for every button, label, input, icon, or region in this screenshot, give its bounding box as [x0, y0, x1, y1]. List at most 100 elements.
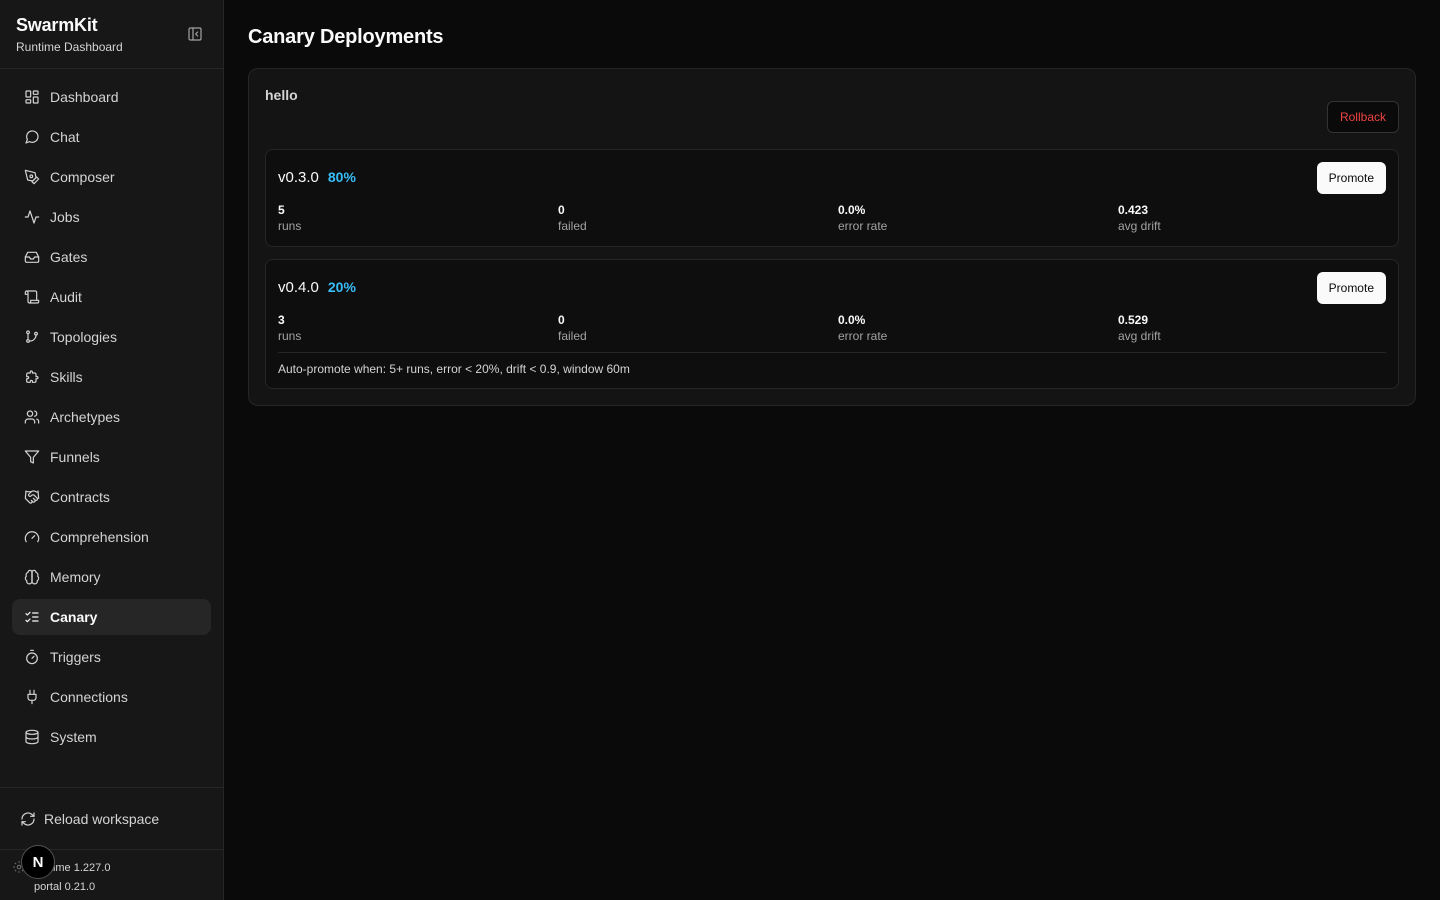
- reload-workspace-label: Reload workspace: [44, 810, 160, 827]
- version-card: v0.4.0 20% Promote 3 runs 0 failed 0.0% erro…: [265, 259, 1399, 389]
- sidebar-item-label: Dashboard: [50, 89, 119, 105]
- gauge-icon: [24, 529, 40, 545]
- version-stats: 5 runs 0 failed 0.0% error rate 0.423 avg dr…: [278, 202, 1386, 234]
- stat-failed: 0 failed: [558, 312, 838, 344]
- sidebar-item-jobs[interactable]: Jobs: [12, 199, 211, 235]
- inbox-icon: [24, 249, 40, 265]
- sidebar-item-funnels[interactable]: Funnels: [12, 439, 211, 475]
- stat-value: 0.529: [1118, 313, 1149, 327]
- version-header: v0.3.0 80% Promote: [278, 162, 1386, 194]
- scroll-icon: [24, 289, 40, 305]
- brand-header: SwarmKit Runtime Dashboard: [0, 0, 223, 69]
- puzzle-icon: [24, 369, 40, 385]
- sidebar-item-label: System: [50, 729, 97, 745]
- sidebar-item-label: Jobs: [50, 209, 80, 225]
- sidebar-item-connections[interactable]: Connections: [12, 679, 211, 715]
- canary-group-header: hello Rollback: [265, 85, 1399, 133]
- plug-icon: [24, 689, 40, 705]
- sidebar-item-label: Funnels: [50, 449, 100, 465]
- version-label: v0.4.0: [278, 279, 319, 296]
- stat-label: avg drift: [1118, 329, 1161, 343]
- sidebar-item-audit[interactable]: Audit: [12, 279, 211, 315]
- sidebar-item-chat[interactable]: Chat: [12, 119, 211, 155]
- sidebar-item-label: Triggers: [50, 649, 101, 665]
- sidebar-item-composer[interactable]: Composer: [12, 159, 211, 195]
- sidebar-item-contracts[interactable]: Contracts: [12, 479, 211, 515]
- version-title: v0.4.0 20%: [278, 279, 356, 297]
- stat-value: 0: [558, 203, 565, 217]
- stat-avg-drift: 0.529 avg drift: [1118, 312, 1386, 344]
- refresh-icon: [21, 811, 35, 826]
- list-checks-icon: [24, 609, 40, 625]
- avatar[interactable]: N: [21, 845, 55, 879]
- stat-avg-drift: 0.423 avg drift: [1118, 202, 1386, 234]
- sidebar-item-label: Topologies: [50, 329, 117, 345]
- reload-workspace-button[interactable]: Reload workspace: [0, 787, 223, 849]
- version-header: v0.4.0 20% Promote: [278, 272, 1386, 304]
- sidebar-item-label: Connections: [50, 689, 128, 705]
- handshake-icon: [24, 489, 40, 505]
- stat-label: failed: [558, 329, 587, 343]
- stat-runs: 5 runs: [278, 202, 558, 234]
- promote-button[interactable]: Promote: [1316, 272, 1386, 304]
- layout-dashboard-icon: [24, 89, 40, 105]
- brand-title: SwarmKit: [16, 15, 98, 35]
- stat-label: failed: [558, 219, 587, 233]
- sidebar-item-triggers[interactable]: Triggers: [12, 639, 211, 675]
- sidebar-item-system[interactable]: System: [12, 719, 211, 755]
- stat-label: runs: [278, 219, 302, 233]
- stat-failed: 0 failed: [558, 202, 838, 234]
- sidebar-item-canary[interactable]: Canary: [12, 599, 211, 635]
- auto-promote-rule: Auto-promote when: 5+ runs, error < 20%,…: [278, 352, 1386, 376]
- stat-label: error rate: [838, 329, 888, 343]
- activity-icon: [24, 209, 40, 225]
- portal-version: portal 0.21.0: [34, 881, 96, 893]
- database-icon: [24, 729, 40, 745]
- sidebar-item-label: Chat: [50, 129, 80, 145]
- sidebar: SwarmKit Runtime Dashboard Dashboard Cha…: [0, 0, 224, 900]
- sidebar-item-gates[interactable]: Gates: [12, 239, 211, 275]
- version-title: v0.3.0 80%: [278, 169, 356, 187]
- traffic-percent: 80%: [327, 169, 356, 185]
- sidebar-item-label: Composer: [50, 169, 115, 185]
- stat-error-rate: 0.0% error rate: [838, 202, 1118, 234]
- app-root: SwarmKit Runtime Dashboard Dashboard Cha…: [0, 0, 1440, 900]
- sidebar-collapse-icon[interactable]: [185, 24, 205, 44]
- sidebar-item-memory[interactable]: Memory: [12, 559, 211, 595]
- version-card: v0.3.0 80% Promote 5 runs 0 failed 0.0% erro…: [265, 149, 1399, 247]
- sidebar-item-topologies[interactable]: Topologies: [12, 319, 211, 355]
- timer-icon: [24, 649, 40, 665]
- sidebar-item-skills[interactable]: Skills: [12, 359, 211, 395]
- traffic-percent: 20%: [327, 279, 356, 295]
- pen-tool-icon: [24, 169, 40, 185]
- stat-label: avg drift: [1118, 219, 1161, 233]
- sidebar-item-label: Skills: [50, 369, 83, 385]
- sidebar-item-label: Archetypes: [50, 409, 121, 425]
- sidebar-item-label: Memory: [50, 569, 101, 585]
- stat-value: 0.0%: [838, 313, 866, 327]
- main-content: Canary Deployments hello Rollback v0.3.0…: [224, 0, 1440, 900]
- stat-value: 0.423: [1118, 203, 1149, 217]
- brain-icon: [24, 569, 40, 585]
- sidebar-item-label: Audit: [50, 289, 82, 305]
- stat-value: 3: [278, 313, 285, 327]
- brand-subtitle: Runtime Dashboard: [16, 40, 123, 54]
- sidebar-item-label: Comprehension: [50, 529, 149, 545]
- sidebar-item-label: Contracts: [50, 489, 110, 505]
- stat-value: 5: [278, 203, 285, 217]
- stat-error-rate: 0.0% error rate: [838, 312, 1118, 344]
- sidebar-item-comprehension[interactable]: Comprehension: [12, 519, 211, 555]
- stat-value: 0.0%: [838, 203, 866, 217]
- sidebar-item-label: Gates: [50, 249, 88, 265]
- canary-group-card: hello Rollback v0.3.0 80% Promote 5 runs 0…: [248, 68, 1416, 406]
- stat-label: error rate: [838, 219, 888, 233]
- sidebar-item-dashboard[interactable]: Dashboard: [12, 79, 211, 115]
- promote-button[interactable]: Promote: [1316, 162, 1386, 194]
- rollback-button[interactable]: Rollback: [1326, 101, 1399, 133]
- stat-value: 0: [558, 313, 565, 327]
- message-circle-icon: [24, 129, 40, 145]
- git-branch-icon: [24, 329, 40, 345]
- runtime-version: runtime 1.227.0: [34, 862, 111, 874]
- stat-runs: 3 runs: [278, 312, 558, 344]
- sidebar-item-archetypes[interactable]: Archetypes: [12, 399, 211, 435]
